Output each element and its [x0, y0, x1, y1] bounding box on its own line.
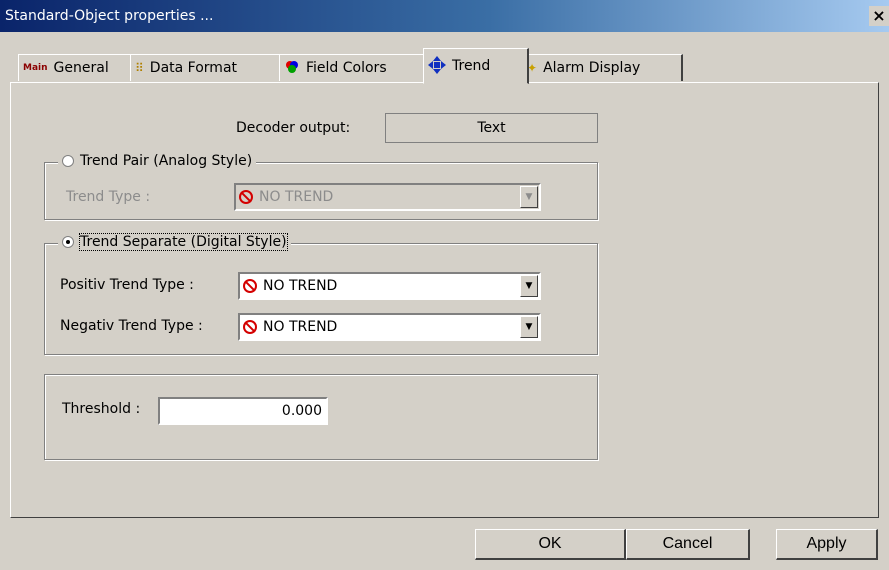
data-format-icon: ⠿	[135, 61, 144, 75]
cancel-button[interactable]: Cancel	[626, 529, 750, 560]
tab-general[interactable]: Main General	[18, 54, 137, 81]
trend-pair-label: Trend Pair (Analog Style)	[80, 153, 253, 169]
tab-data-format[interactable]: ⠿ Data Format	[130, 54, 285, 81]
title-bar: Standard-Object properties ... ×	[0, 0, 889, 32]
no-trend-icon	[239, 190, 253, 204]
tab-label: Field Colors	[306, 60, 387, 76]
negativ-trend-type-label: Negativ Trend Type :	[60, 318, 203, 334]
positiv-trend-type-label: Positiv Trend Type :	[60, 277, 194, 293]
chevron-down-icon: ▼	[520, 186, 538, 208]
chevron-down-icon[interactable]: ▼	[520, 275, 538, 297]
tab-label: Alarm Display	[543, 60, 641, 76]
tab-trend[interactable]: Trend	[423, 48, 529, 84]
no-trend-icon	[243, 320, 257, 334]
positiv-trend-type-select[interactable]: NO TREND ▼	[238, 272, 541, 300]
field-colors-icon	[284, 59, 300, 78]
threshold-input[interactable]: 0.000	[158, 397, 328, 425]
window-title: Standard-Object properties ...	[5, 8, 214, 24]
trend-type-value: NO TREND	[259, 189, 334, 205]
tab-label: General	[53, 60, 109, 76]
tab-label: Data Format	[149, 60, 238, 76]
negativ-trend-type-value: NO TREND	[263, 319, 338, 335]
threshold-label: Threshold :	[62, 401, 141, 417]
chevron-down-icon[interactable]: ▼	[520, 316, 538, 338]
positiv-trend-type-value: NO TREND	[263, 278, 338, 294]
main-icon: Main	[23, 63, 48, 73]
no-trend-icon	[243, 279, 257, 293]
trend-icon	[428, 55, 446, 77]
decoder-output-value: Text	[385, 113, 598, 143]
tab-alarm-display[interactable]: ✦ Alarm Display	[522, 54, 683, 81]
apply-button[interactable]: Apply	[776, 529, 878, 560]
tab-label: Trend	[452, 58, 491, 74]
trend-pair-radio[interactable]: Trend Pair (Analog Style)	[58, 153, 257, 169]
trend-pair-radio-button[interactable]	[62, 155, 74, 167]
trend-separate-radio[interactable]: Trend Separate (Digital Style)	[58, 233, 291, 251]
negativ-trend-type-select[interactable]: NO TREND ▼	[238, 313, 541, 341]
tab-field-colors[interactable]: Field Colors	[279, 54, 431, 81]
decoder-output-label: Decoder output:	[236, 120, 351, 136]
trend-type-select: NO TREND ▼	[234, 183, 541, 211]
trend-separate-label: Trend Separate (Digital Style)	[79, 233, 288, 251]
trend-separate-radio-button[interactable]	[62, 236, 74, 248]
trend-type-label: Trend Type :	[66, 189, 151, 205]
ok-button[interactable]: OK	[475, 529, 626, 560]
close-button[interactable]: ×	[869, 6, 889, 26]
